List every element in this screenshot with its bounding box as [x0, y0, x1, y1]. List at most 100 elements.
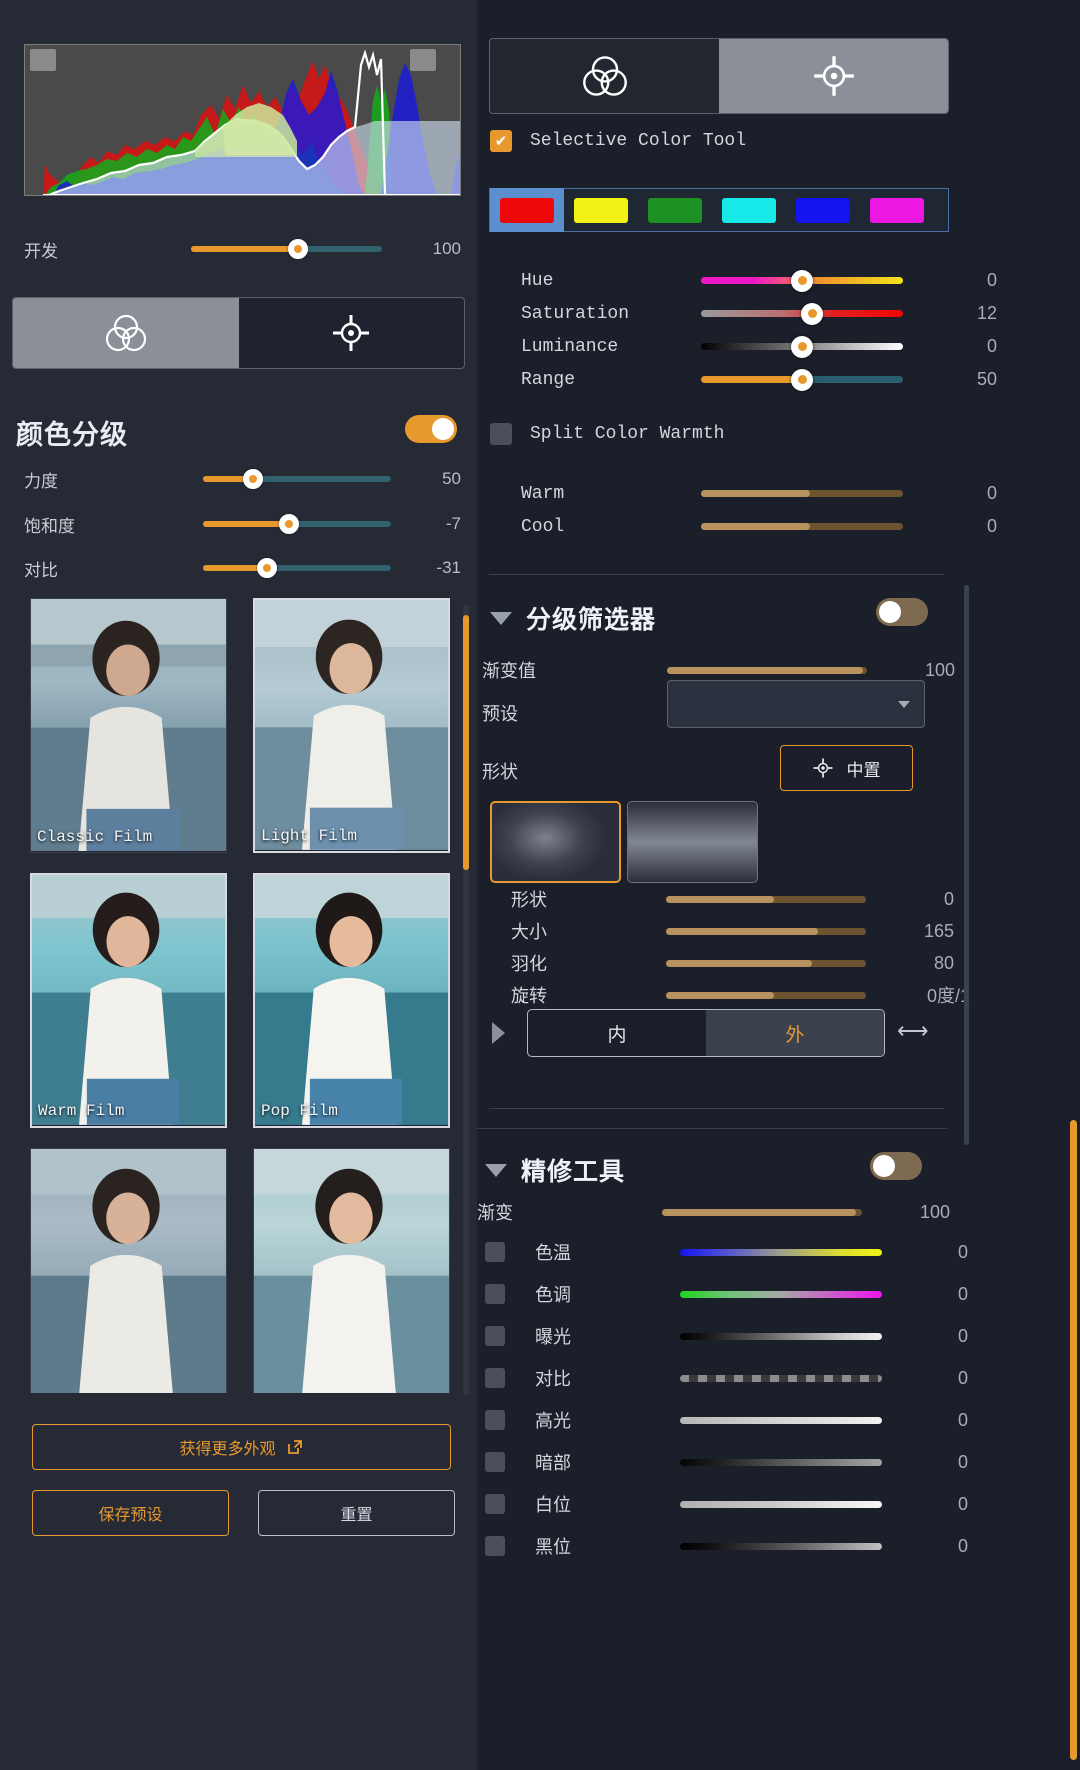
feather-slider-row: 羽化 80 — [511, 950, 1071, 976]
right-color-picker-tab[interactable] — [719, 39, 948, 113]
warm-slider-row: Warm 0 — [521, 483, 1021, 504]
chevron-down-icon[interactable] — [485, 1163, 507, 1177]
radial-shape-card[interactable] — [490, 801, 621, 883]
rgb-histogram[interactable] — [24, 44, 461, 196]
expand-right-icon[interactable] — [492, 1022, 505, 1044]
refine-gradient-row: 渐变 100 — [477, 1199, 1037, 1225]
tint-checkbox[interactable] — [485, 1284, 505, 1304]
cg-value-1: -7 — [445, 514, 461, 533]
middle-scrollbar[interactable] — [964, 585, 969, 1145]
saturation-value: 12 — [976, 303, 997, 323]
preset-card-warm-film[interactable]: Warm Film — [30, 873, 227, 1128]
linear-shape-card[interactable] — [627, 801, 758, 883]
preset-card-classic-film[interactable]: Classic Film — [30, 598, 227, 853]
hue-slider[interactable] — [701, 269, 903, 292]
split-color-warmth-checkbox[interactable] — [490, 423, 512, 445]
selective-color-tool-row[interactable]: ✔ Selective Color Tool — [490, 130, 746, 152]
shadow-row: 暗部 0 — [485, 1449, 1045, 1475]
gradient-value-label: 渐变值 — [482, 661, 536, 681]
blacks-row: 黑位 0 — [485, 1533, 1045, 1559]
horizontal-resize-icon[interactable]: ⟷ — [897, 1018, 929, 1044]
refine-gradient-slider[interactable] — [662, 1208, 862, 1216]
color-grading-toggle[interactable] — [405, 415, 457, 443]
swatch-cyan[interactable] — [712, 188, 786, 232]
chevron-down-icon[interactable] — [490, 611, 512, 625]
shadow-slider[interactable] — [680, 1458, 882, 1466]
whites-slider[interactable] — [680, 1500, 882, 1508]
three-circles-icon — [582, 56, 627, 96]
preset-dropdown[interactable] — [667, 680, 925, 728]
split-color-warmth-label: Split Color Warmth — [530, 424, 725, 444]
tint-slider[interactable] — [680, 1290, 882, 1298]
exposure-checkbox[interactable] — [485, 1326, 505, 1346]
cg-label-1: 饱和度 — [24, 516, 75, 536]
develop-slider[interactable] — [191, 239, 382, 259]
preset-thumbnail — [255, 600, 448, 850]
grading-filter-toggle[interactable] — [876, 598, 928, 626]
preset-card-6[interactable] — [253, 1148, 450, 1393]
feather-slider[interactable] — [666, 959, 866, 967]
refine-tools-header[interactable]: 精修工具 — [485, 1152, 625, 1188]
whites-checkbox[interactable] — [485, 1494, 505, 1514]
swatch-green[interactable] — [638, 188, 712, 232]
exposure-slider[interactable] — [680, 1332, 882, 1340]
saturation-slider[interactable] — [701, 302, 903, 325]
section-divider-1 — [489, 574, 944, 575]
split-color-warmth-row[interactable]: Split Color Warmth — [490, 423, 724, 445]
get-more-looks-button[interactable]: 获得更多外观 — [32, 1424, 451, 1470]
selective-color-checkbox[interactable]: ✔ — [490, 130, 512, 152]
highlight-checkbox[interactable] — [485, 1410, 505, 1430]
shape-slider[interactable] — [666, 895, 866, 903]
preset-name: Pop Film — [261, 1102, 338, 1120]
save-preset-button[interactable]: 保存预设 — [32, 1490, 229, 1536]
cg-slider-1[interactable] — [202, 514, 391, 534]
blacks-slider[interactable] — [680, 1542, 882, 1550]
swatch-blue[interactable] — [786, 188, 860, 232]
temperature-checkbox[interactable] — [485, 1242, 505, 1262]
swatch-red[interactable] — [490, 188, 564, 232]
cg-slider-2[interactable] — [202, 558, 391, 578]
cool-slider[interactable] — [701, 523, 903, 530]
preset-card-pop-film[interactable]: Pop Film — [253, 873, 450, 1128]
right-mode-tabs — [489, 38, 949, 114]
refine-tools-toggle[interactable] — [870, 1152, 922, 1180]
right-color-wheels-tab[interactable] — [490, 39, 719, 113]
preset-thumbnail — [32, 875, 225, 1125]
size-slider[interactable] — [666, 927, 866, 935]
warm-slider[interactable] — [701, 490, 903, 497]
preset-scrollbar[interactable] — [463, 605, 469, 1395]
get-more-looks-label: 获得更多外观 — [179, 1441, 276, 1458]
section-divider-3 — [477, 1128, 947, 1129]
preset-thumbnail — [254, 1149, 449, 1393]
swatch-yellow[interactable] — [564, 188, 638, 232]
luminance-slider[interactable] — [701, 335, 903, 358]
cg-label-0: 力度 — [24, 471, 58, 491]
hue-label: Hue — [521, 270, 554, 291]
center-button[interactable]: 中置 — [780, 745, 913, 791]
highlight-slider[interactable] — [680, 1416, 882, 1424]
shadow-value: 0 — [957, 1451, 968, 1472]
grading-filter-header[interactable]: 分级筛选器 — [490, 600, 656, 636]
inside-option[interactable]: 内 — [528, 1010, 706, 1056]
range-slider[interactable] — [701, 368, 903, 391]
reset-button[interactable]: 重置 — [258, 1490, 455, 1536]
warm-value: 0 — [986, 483, 997, 503]
preset-card-light-film[interactable]: Light Film — [253, 598, 450, 853]
swatch-magenta[interactable] — [860, 188, 934, 232]
temperature-slider[interactable] — [680, 1248, 882, 1256]
cg-slider-0[interactable] — [202, 469, 391, 489]
gradient-value-slider[interactable] — [667, 666, 867, 674]
three-circles-icon — [105, 314, 146, 352]
left-color-wheels-tab[interactable] — [13, 298, 239, 368]
whites-label: 白位 — [535, 1495, 571, 1515]
shadow-checkbox[interactable] — [485, 1452, 505, 1472]
preset-card-5[interactable] — [30, 1148, 227, 1393]
left-color-picker-tab[interactable] — [239, 298, 465, 368]
contrast-slider[interactable] — [680, 1374, 882, 1382]
reset-label: 重置 — [340, 1507, 373, 1524]
right-scrollbar[interactable] — [1070, 1120, 1077, 1760]
blacks-checkbox[interactable] — [485, 1536, 505, 1556]
contrast-checkbox[interactable] — [485, 1368, 505, 1388]
rotation-slider[interactable] — [666, 991, 866, 999]
outside-option[interactable]: 外 — [706, 1010, 884, 1056]
